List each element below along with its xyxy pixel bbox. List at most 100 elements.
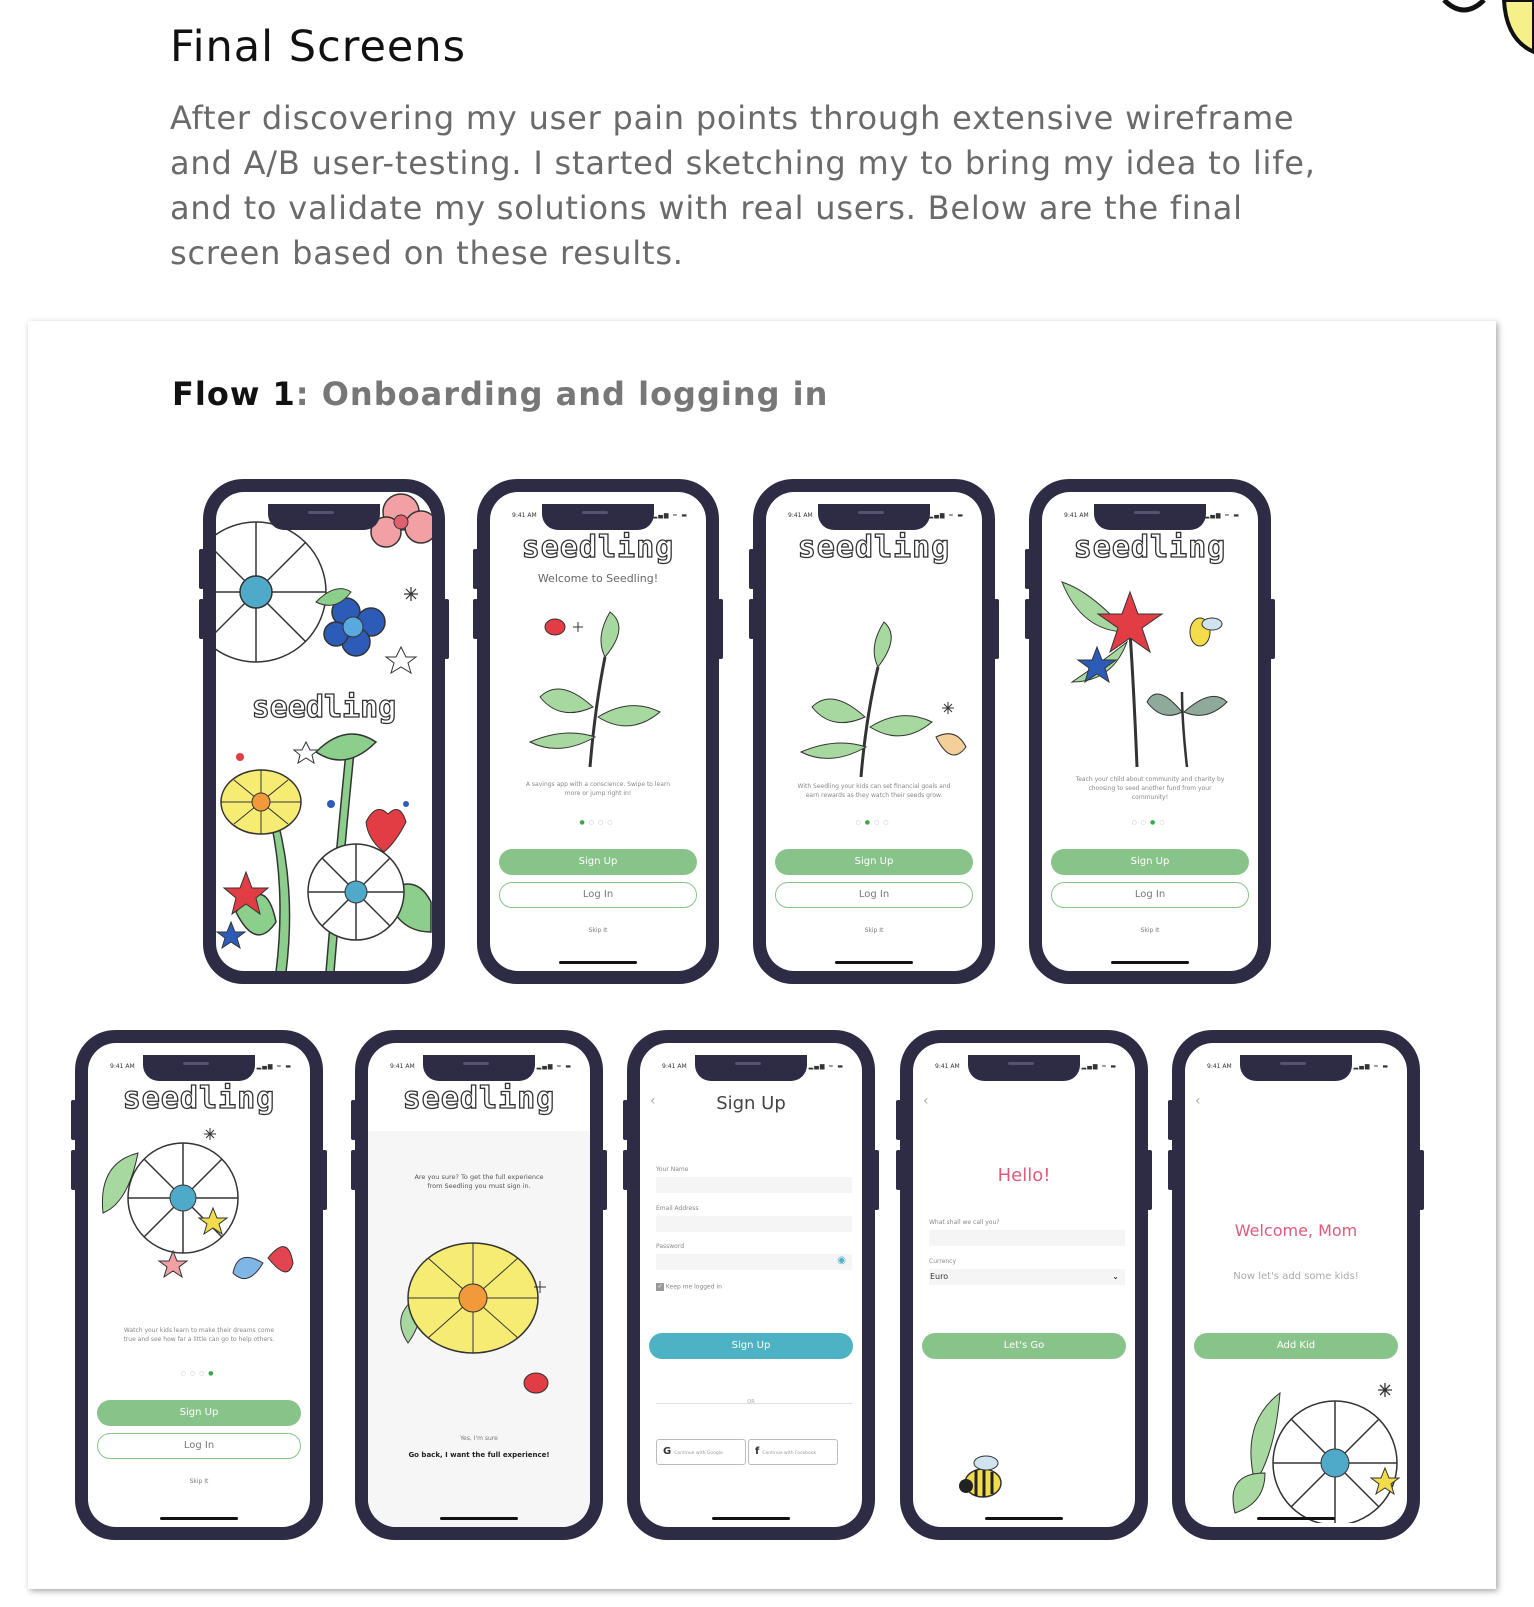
skip-link[interactable]: Skip It [490,927,706,934]
welcome-mom-title: Welcome, Mom [1234,1221,1358,1240]
phone-welcome-mom: 9:41 AM ▂▄▆ ≈ ▬ ‹ Welcome, Mom Now let's… [1168,1030,1424,1540]
app-logo: seedling [521,529,675,565]
page-dots: ○○●○ [1131,819,1169,826]
onboarding-caption: Teach your child about community and cha… [1075,776,1225,801]
name-label: Your Name [656,1166,689,1173]
status-time: 9:41 AM [788,512,813,519]
signup-button[interactable]: Sign Up [1051,849,1249,875]
phone-signup: 9:41 AM ▂▄▆ ≈ ▬ ‹ Sign Up Your Name Emai… [623,1030,879,1540]
page-title: Final Screens [170,22,467,72]
status-time: 9:41 AM [390,1063,415,1070]
back-chevron-icon[interactable]: ‹ [1195,1093,1201,1109]
status-icons: ▂▄▆ ≈ ▬ [808,1063,844,1070]
keep-logged-label: Keep me logged in [665,1283,722,1291]
sprout-moth-illustration [799,621,967,778]
google-icon: G [663,1446,672,1457]
corner-decoration [1442,0,1534,55]
nickname-field[interactable] [929,1230,1125,1246]
password-field[interactable] [656,1254,852,1270]
splash-screen: seedling [216,492,432,971]
status-icons: ▂▄▆ ≈ ▬ [536,1063,572,1070]
skip-confirm-screen: 9:41 AM ▂▄▆ ≈ ▬ seedling Are you sure? T… [368,1043,590,1527]
skip-link[interactable]: Skip It [1042,927,1258,934]
name-question: What shall we call you? [929,1219,1000,1226]
google-button[interactable]: G Continue with Google [656,1439,746,1465]
daisy-butterfly-illustration [101,1128,294,1280]
onboarding-screen-2: 9:41 AM ▂▄▆ ≈ ▬ seedling With Seedling y… [766,492,982,971]
go-back-link[interactable]: Go back, I want the full experience! [368,1451,590,1459]
onboarding-caption: Watch your kids learn to make their drea… [123,1327,275,1343]
google-label: Continue with Google [674,1451,723,1456]
phone-onboarding-3: 9:41 AM ▂▄▆ ≈ ▬ seedling Teach your chil… [1025,479,1275,984]
facebook-button[interactable]: f Continue with Facebook [748,1439,838,1465]
status-icons: ▂▄▆ ≈ ▬ [256,1063,292,1070]
flow-separator: : [295,375,322,413]
daisy-corner-illustration [1232,1383,1401,1523]
star-flower-illustration [1061,581,1228,768]
add-kids-subtitle: Now let's add some kids! [1233,1271,1359,1282]
keep-logged-row[interactable]: ✓ Keep me logged in [656,1283,722,1291]
password-label: Password [656,1243,685,1250]
bee-illustration [959,1455,1002,1498]
signup-screen: 9:41 AM ▂▄▆ ≈ ▬ ‹ Sign Up Your Name Emai… [640,1043,862,1527]
facebook-icon: f [755,1446,760,1457]
page-dots: ●○○○ [579,819,617,826]
signup-button[interactable]: Sign Up [775,849,973,875]
back-chevron-icon[interactable]: ‹ [923,1093,929,1109]
phone-splash: seedling [199,479,449,984]
onboarding-caption: A savings app with a conscience. Swipe t… [525,781,671,797]
signup-submit-button[interactable]: Sign Up [649,1333,853,1359]
status-icons: ▂▄▆ ≈ ▬ [1353,1063,1389,1070]
checkbox-icon[interactable]: ✓ [656,1283,664,1291]
flow-label: Flow 1 [172,375,296,413]
sprout-illustration [528,611,661,768]
chevron-down-icon: ⌄ [1112,1272,1119,1281]
currency-label: Currency [929,1258,957,1265]
onboarding-caption: With Seedling your kids can set financia… [797,783,951,799]
eye-icon[interactable]: ◉ [837,1255,846,1266]
skip-link[interactable]: Skip It [88,1478,310,1485]
flow-title: Flow 1: Onboarding and logging in [172,375,828,413]
currency-value: Euro [930,1272,949,1281]
login-button[interactable]: Log In [499,882,697,908]
status-time: 9:41 AM [110,1063,135,1070]
welcome-text: Welcome to Seedling! [537,572,659,585]
confirm-question: Are you sure? To get the full experience… [414,1173,544,1190]
hello-screen: 9:41 AM ▂▄▆ ≈ ▬ ‹ Hello! What shall we c… [913,1043,1135,1527]
status-icons: ▂▄▆ ≈ ▬ [928,512,964,519]
or-label: OR [747,1399,755,1405]
email-field[interactable] [656,1216,852,1232]
page-dots: ○●○○ [855,819,893,826]
hello-title: Hello! [997,1165,1051,1186]
signup-button[interactable]: Sign Up [97,1400,301,1426]
name-field[interactable] [656,1177,852,1193]
app-logo: seedling [402,1080,556,1116]
currency-select[interactable]: Euro ⌄ [929,1269,1125,1285]
app-logo: seedling [122,1080,276,1116]
phone-hello: 9:41 AM ▂▄▆ ≈ ▬ ‹ Hello! What shall we c… [896,1030,1152,1540]
lets-go-button[interactable]: Let's Go [922,1333,1126,1359]
signup-title: Sign Up [716,1093,786,1114]
status-icons: ▂▄▆ ≈ ▬ [1081,1063,1117,1070]
skip-link[interactable]: Skip It [766,927,982,934]
onboarding-screen-3: 9:41 AM ▂▄▆ ≈ ▬ seedling Teach your chil… [1042,492,1258,971]
status-time: 9:41 AM [1064,512,1089,519]
signup-button[interactable]: Sign Up [499,849,697,875]
status-time: 9:41 AM [1207,1063,1232,1070]
svg-text:seedling: seedling [252,690,397,725]
email-label: Email Address [656,1205,699,1212]
add-kid-button[interactable]: Add Kid [1194,1333,1398,1359]
login-button[interactable]: Log In [1051,882,1249,908]
flower-illustration: seedling [216,493,432,971]
page-dots: ○○○● [180,1370,218,1377]
login-button[interactable]: Log In [97,1433,301,1459]
login-button[interactable]: Log In [775,882,973,908]
intro-paragraph: After discovering my user pain points th… [170,99,1316,272]
flow-name: Onboarding and logging in [321,375,829,413]
status-time: 9:41 AM [935,1063,960,1070]
phone-skip-confirm: 9:41 AM ▂▄▆ ≈ ▬ seedling Are you sure? T… [351,1030,607,1540]
confirm-yes-link[interactable]: Yes, I'm sure [368,1435,590,1442]
status-time: 9:41 AM [662,1063,687,1070]
status-time: 9:41 AM [512,512,537,519]
app-logo: seedling [797,529,951,565]
